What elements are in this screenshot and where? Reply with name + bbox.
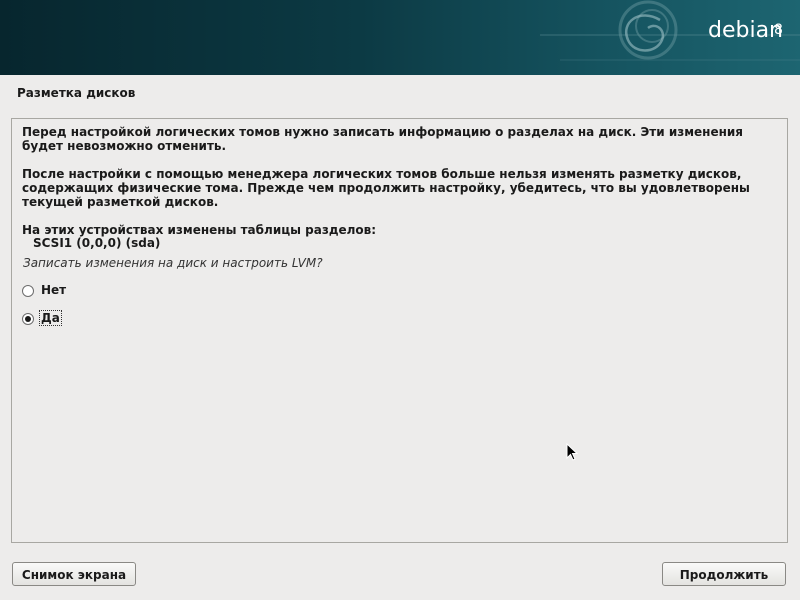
info-paragraph-1: Перед настройкой логических томов нужно …: [22, 125, 743, 153]
content-panel: Перед настройкой логических томов нужно …: [11, 118, 788, 543]
radio-selected-dot: [25, 316, 31, 322]
debian-header-banner: debian 8: [0, 0, 800, 75]
radio-no[interactable]: [22, 285, 34, 297]
screenshot-button[interactable]: Снимок экрана: [12, 562, 136, 586]
question-text: Записать изменения на диск и настроить L…: [23, 256, 323, 270]
debian-version: 8: [774, 22, 783, 38]
info-paragraph-2: После настройки с помощью менеджера логи…: [22, 167, 750, 209]
option-no-label[interactable]: Нет: [40, 283, 67, 297]
banner-decoration: [540, 0, 800, 61]
page-title: Разметка дисков: [17, 86, 136, 100]
debian-swirl-icon: [625, 14, 665, 52]
continue-button[interactable]: Продолжить: [662, 562, 786, 586]
devices-heading: На этих устройствах изменены таблицы раз…: [22, 223, 377, 237]
option-yes-label[interactable]: Да: [39, 310, 62, 326]
device-entry: SCSI1 (0,0,0) (sda): [33, 236, 161, 250]
mouse-pointer-icon: [566, 443, 578, 461]
radio-yes[interactable]: [22, 313, 34, 325]
debian-logo-text: debian: [708, 18, 784, 43]
